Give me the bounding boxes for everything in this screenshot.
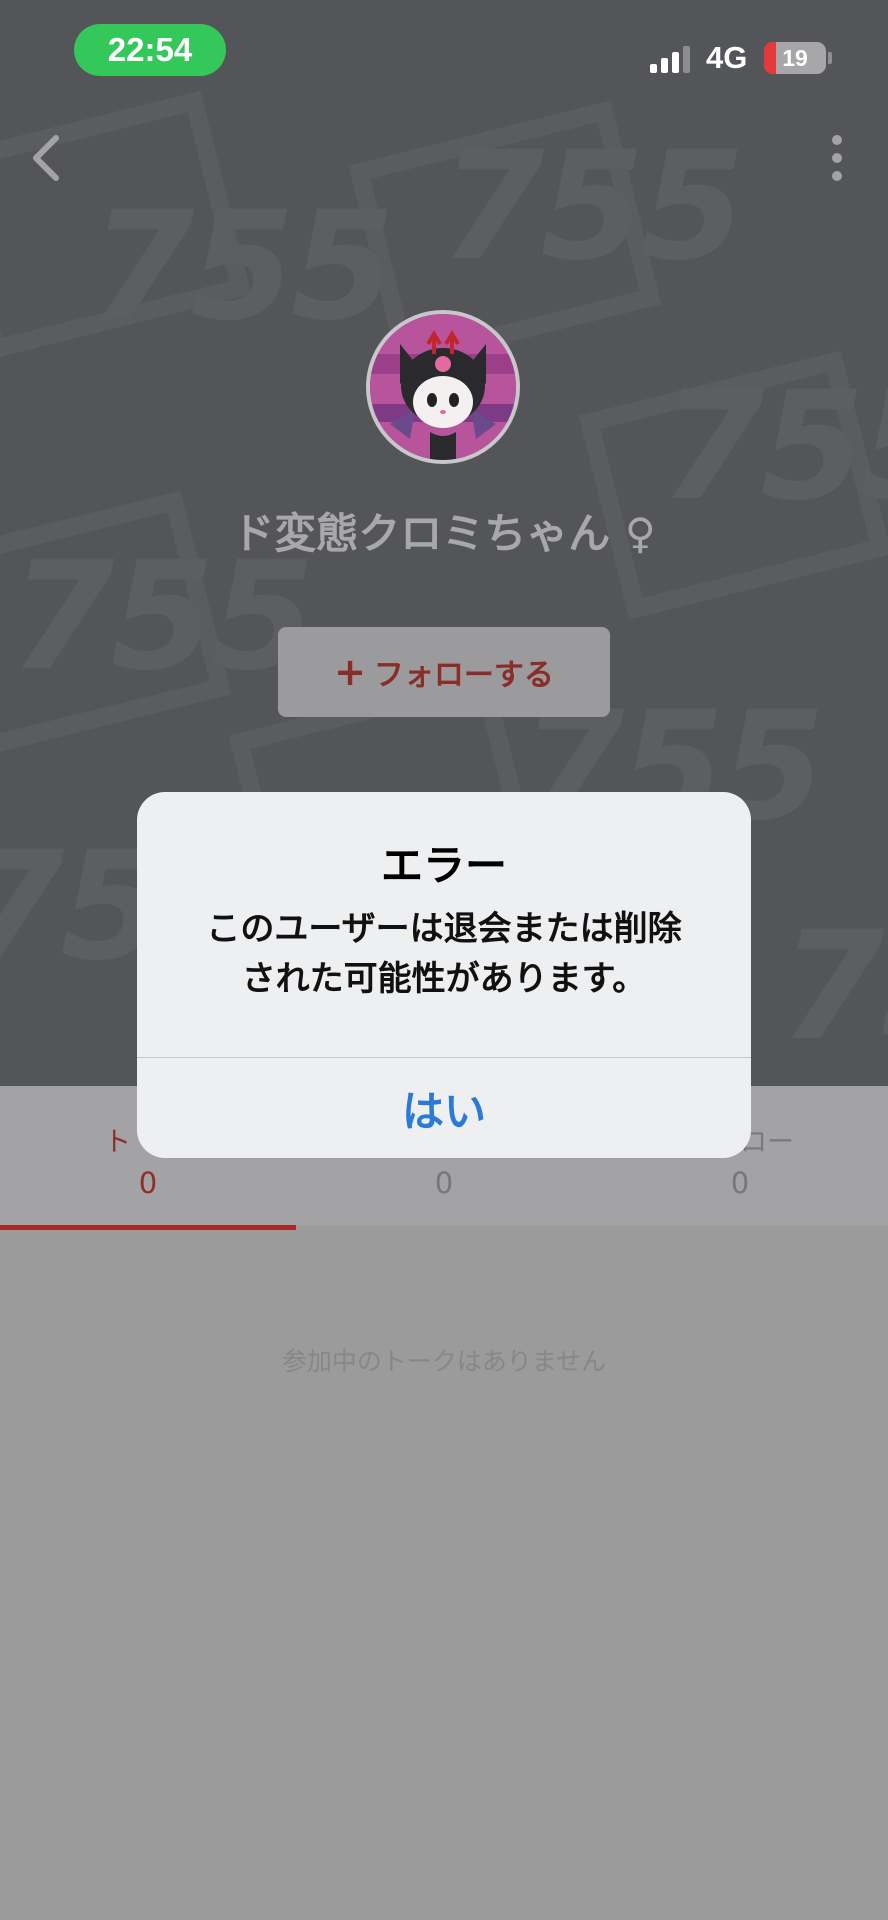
dialog-message: このユーザーは退会または削除 された可能性があります。: [167, 904, 721, 1004]
vertical-ellipsis-icon[interactable]: [822, 128, 852, 188]
tab-count: 0: [434, 1166, 454, 1200]
dialog-ok-button[interactable]: はい: [137, 1058, 751, 1158]
watermark-text: 755: [440, 120, 745, 294]
active-tab-indicator: [0, 1225, 296, 1230]
battery-tip: [828, 52, 832, 64]
plus-icon: +: [334, 650, 366, 694]
tab-count: 0: [730, 1166, 750, 1200]
watermark-text: 755: [780, 900, 888, 1074]
avatar[interactable]: [366, 310, 520, 464]
follow-button[interactable]: + フォローする: [278, 627, 610, 717]
network-type: 4G: [706, 40, 748, 75]
dialog-title: エラー: [380, 841, 507, 890]
tab-count: 0: [138, 1166, 158, 1200]
watermark-text: 755: [90, 180, 395, 354]
chevron-left-icon[interactable]: [22, 128, 82, 188]
battery-icon: 19: [764, 42, 826, 74]
empty-state-message: 参加中のトークはありません: [281, 1347, 607, 1376]
battery-level: 19: [782, 44, 808, 71]
profile-screen: 755 755 755 755 755 755 755 22:54 4G 19: [0, 0, 888, 1920]
error-alert-dialog: エラー このユーザーは退会または削除 された可能性があります。 はい: [137, 792, 751, 1158]
user-name: ド変態クロミちゃん ♀: [232, 509, 656, 558]
follow-button-label: フォローする: [373, 658, 554, 693]
dialog-message-line: された可能性があります。: [241, 959, 647, 999]
cellular-signal-icon: [650, 46, 690, 73]
kuromi-avatar-icon: [370, 314, 516, 460]
dialog-message-line: このユーザーは退会または削除: [206, 909, 682, 949]
status-time: 22:54: [74, 24, 226, 76]
